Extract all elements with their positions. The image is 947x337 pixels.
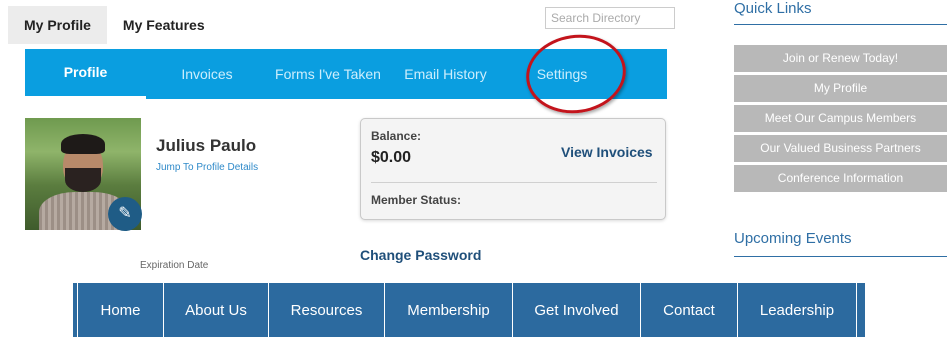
nav-get-involved[interactable]: Get Involved [513, 283, 641, 337]
upcoming-events-divider [734, 256, 947, 257]
balance-value: $0.00 [371, 149, 412, 166]
nav-about-us[interactable]: About Us [164, 283, 269, 337]
quick-links-title: Quick Links [734, 0, 812, 17]
subnav-email-history[interactable]: Email History [388, 49, 503, 99]
quick-link-business-partners[interactable]: Our Valued Business Partners [734, 135, 947, 162]
quick-link-conference-info[interactable]: Conference Information [734, 165, 947, 192]
subnav-profile[interactable]: Profile [25, 49, 146, 99]
quick-link-join-renew[interactable]: Join or Renew Today! [734, 45, 947, 72]
profile-name: Julius Paulo [156, 136, 257, 155]
nav-leadership[interactable]: Leadership [738, 283, 857, 337]
nav-contact[interactable]: Contact [641, 283, 738, 337]
view-invoices-link[interactable]: View Invoices [561, 144, 653, 160]
member-status-label: Member Status: [371, 193, 462, 207]
nav-resources[interactable]: Resources [269, 283, 385, 337]
subnav-invoices[interactable]: Invoices [146, 49, 268, 99]
balance-label: Balance: [371, 129, 422, 143]
quick-link-campus-members[interactable]: Meet Our Campus Members [734, 105, 947, 132]
tab-my-features[interactable]: My Features [107, 6, 221, 44]
nav-home[interactable]: Home [78, 283, 164, 337]
profile-tabs: My Profile My Features [8, 6, 221, 44]
subnav-settings[interactable]: Settings [503, 49, 621, 99]
pencil-icon: ✎ [118, 205, 132, 222]
upcoming-events-title: Upcoming Events [734, 230, 852, 247]
quick-links-list: Join or Renew Today! My Profile Meet Our… [734, 45, 947, 195]
tab-my-profile[interactable]: My Profile [8, 6, 107, 44]
expiration-date-label: Expiration Date [140, 260, 209, 271]
balance-card: Balance: $0.00 View Invoices Member Stat… [360, 118, 666, 220]
quick-links-divider [734, 24, 947, 25]
nav-membership[interactable]: Membership [385, 283, 513, 337]
change-password-link[interactable]: Change Password [360, 247, 481, 263]
subnav-forms-taken[interactable]: Forms I've Taken [268, 49, 388, 99]
edit-profile-button[interactable]: ✎ [108, 197, 142, 231]
profile-details-link[interactable]: Jump To Profile Details [156, 162, 258, 173]
card-divider [371, 182, 657, 183]
profile-subnav: Profile Invoices Forms I've Taken Email … [25, 49, 667, 99]
quick-link-my-profile[interactable]: My Profile [734, 75, 947, 102]
main-navigation: Home About Us Resources Membership Get I… [72, 283, 865, 337]
search-directory-input[interactable] [545, 7, 675, 29]
